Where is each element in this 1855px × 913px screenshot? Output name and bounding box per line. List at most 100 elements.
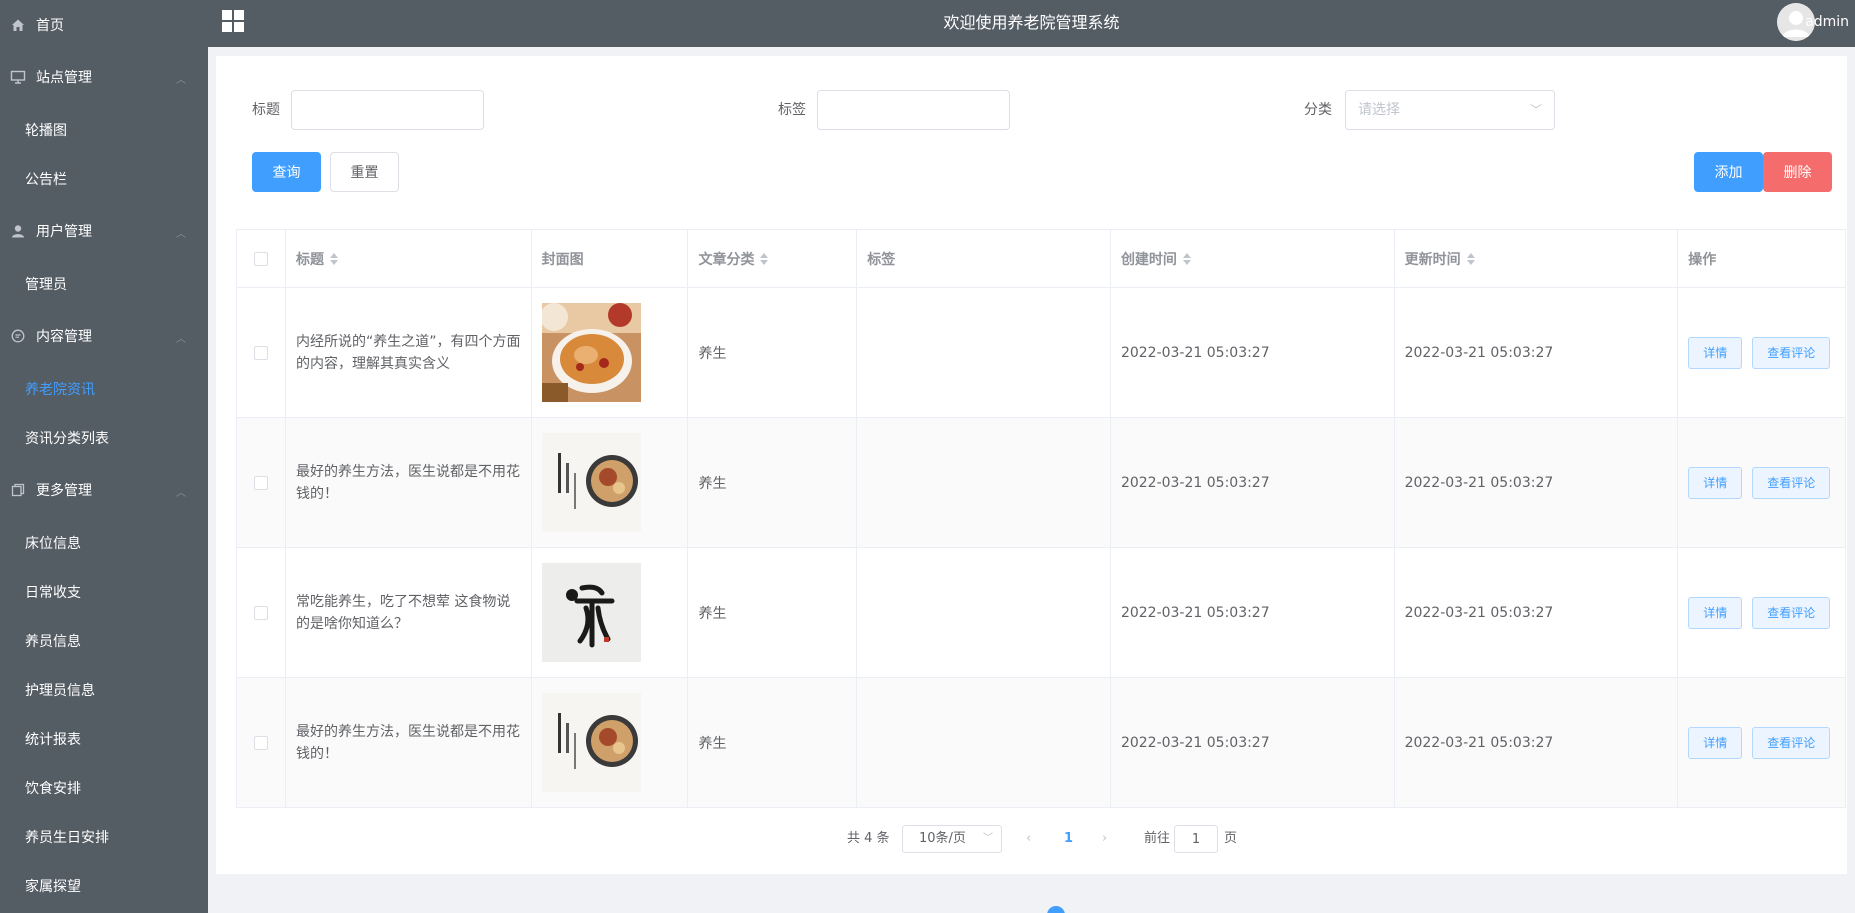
row-select-cell [237, 678, 286, 807]
sidebar-item-birthday[interactable]: 养员生日安排 [0, 812, 208, 861]
select-all-cell [237, 230, 286, 287]
next-page-icon[interactable]: › [1102, 825, 1107, 853]
sidebar-item-finance[interactable]: 日常收支 [0, 567, 208, 616]
column-header-category[interactable]: 文章分类 [688, 230, 858, 287]
title-cell: 常吃能养生，吃了不想荤 这食物说的是啥你知道么？ [286, 548, 532, 677]
cover-image[interactable] [541, 303, 641, 402]
sidebar-item-resident[interactable]: 养员信息 [0, 616, 208, 665]
sidebar-item-caregiver[interactable]: 护理员信息 [0, 665, 208, 714]
column-header-created[interactable]: 创建时间 [1111, 230, 1395, 287]
sort-icon[interactable] [1466, 252, 1475, 265]
page-suffix-label: 页 [1224, 831, 1238, 846]
column-header-label: 文章分类 [698, 251, 755, 268]
sidebar-group-site[interactable]: 站点管理 ︿ [0, 49, 208, 105]
username[interactable]: admin [1805, 0, 1849, 44]
row-checkbox[interactable] [253, 605, 268, 620]
tag-filter-label: 标签 [778, 102, 806, 118]
sidebar-item-home[interactable]: 首页 [0, 0, 208, 49]
page-number-current[interactable]: 1 [1064, 825, 1073, 853]
search-button[interactable]: 查询 [252, 152, 321, 192]
cover-cell [532, 418, 689, 547]
sort-icon[interactable] [329, 252, 338, 265]
chat-icon [10, 328, 26, 344]
sidebar-item-admin[interactable]: 管理员 [0, 259, 208, 308]
chevron-up-icon: ︿ [176, 488, 186, 499]
cover-cell [532, 548, 689, 677]
reset-button[interactable]: 重置 [330, 152, 399, 192]
add-button[interactable]: 添加 [1694, 152, 1763, 192]
row-checkbox[interactable] [253, 735, 268, 750]
view-comments-button[interactable]: 查看评论 [1752, 596, 1831, 629]
cover-cell [532, 288, 689, 417]
actions-cell: 详情 查看评论 [1678, 288, 1845, 417]
column-header-title[interactable]: 标题 [286, 230, 532, 287]
tag-filter-input[interactable] [817, 90, 1010, 130]
title-filter-label: 标题 [252, 102, 280, 118]
column-header-updated[interactable]: 更新时间 [1395, 230, 1679, 287]
cover-image[interactable] [541, 433, 641, 532]
monitor-icon [10, 69, 26, 85]
sidebar-item-visit[interactable]: 家属探望 [0, 861, 208, 910]
sidebar-group-user[interactable]: 用户管理 ︿ [0, 203, 208, 259]
column-header-label: 创建时间 [1120, 251, 1177, 268]
tag-cell [857, 418, 1111, 547]
sidebar-item-label: 养老院资讯 [25, 381, 95, 398]
sidebar-item-news[interactable]: 养老院资讯 [0, 364, 208, 413]
tag-cell [857, 678, 1111, 807]
sidebar-item-news-category[interactable]: 资讯分类列表 [0, 413, 208, 462]
view-comments-button[interactable]: 查看评论 [1752, 726, 1831, 759]
updated-time-cell: 2022-03-21 05:03:27 [1395, 288, 1679, 417]
sidebar-group-label: 更多管理 [36, 483, 92, 499]
table-header: 标题 封面图 文章分类 标签 创建时间 更新时间 操作 [237, 230, 1845, 288]
category-cell: 养生 [688, 288, 858, 417]
detail-button[interactable]: 详情 [1688, 336, 1743, 369]
detail-button[interactable]: 详情 [1688, 726, 1743, 759]
table-row[interactable]: 内经所说的“养生之道”，有四个方面的内容，理解其真实含义 养生 2022-03-… [237, 288, 1845, 418]
news-table: 标题 封面图 文章分类 标签 创建时间 更新时间 操作 内经所说的“养生之道”，… [236, 229, 1846, 808]
view-comments-button[interactable]: 查看评论 [1752, 336, 1831, 369]
cover-image[interactable] [541, 693, 641, 792]
column-header-label: 封面图 [541, 251, 584, 268]
chevron-up-icon: ︿ [176, 229, 186, 240]
sidebar-group-more[interactable]: 更多管理 ︿ [0, 462, 208, 518]
table-row[interactable]: 最好的养生方法，医生说都是不用花钱的！ 养生 2022-03-21 05:03:… [237, 678, 1845, 808]
category-select[interactable]: 请选择 ﹀ [1345, 90, 1555, 130]
row-select-cell [237, 288, 286, 417]
home-icon [10, 17, 26, 33]
title-cell: 最好的养生方法，医生说都是不用花钱的！ [286, 678, 532, 807]
page-size-select[interactable]: 10条/页 ﹀ [902, 825, 1002, 853]
detail-button[interactable]: 详情 [1688, 466, 1743, 499]
select-all-checkbox[interactable] [253, 251, 268, 266]
sidebar-group-content[interactable]: 内容管理 ︿ [0, 308, 208, 364]
sidebar-item-report[interactable]: 统计报表 [0, 714, 208, 763]
row-checkbox[interactable] [253, 345, 268, 360]
view-comments-button[interactable]: 查看评论 [1752, 466, 1831, 499]
updated-time-cell: 2022-03-21 05:03:27 [1395, 678, 1679, 807]
sort-icon[interactable] [760, 252, 769, 265]
sidebar: 首页 站点管理 ︿ 轮播图 公告栏 用户管理 ︿ 管理员 内容管理 ︿ 养老院资… [0, 0, 208, 913]
delete-button[interactable]: 删除 [1763, 152, 1832, 192]
sidebar-item-label: 轮播图 [25, 122, 67, 139]
sidebar-item-diet[interactable]: 饮食安排 [0, 763, 208, 812]
goto-page-input[interactable] [1174, 825, 1218, 853]
row-checkbox[interactable] [253, 475, 268, 490]
sidebar-group-label: 站点管理 [36, 70, 92, 86]
title-filter-input[interactable] [291, 90, 484, 130]
sidebar-item-carousel[interactable]: 轮播图 [0, 105, 208, 154]
detail-button[interactable]: 详情 [1688, 596, 1743, 629]
sidebar-item-bed[interactable]: 床位信息 [0, 518, 208, 567]
row-title: 常吃能养生，吃了不想荤 这食物说的是啥你知道么？ [295, 593, 511, 632]
sort-icon[interactable] [1182, 252, 1191, 265]
sidebar-item-notice[interactable]: 公告栏 [0, 154, 208, 203]
actions-cell: 详情 查看评论 [1678, 678, 1845, 807]
table-row[interactable]: 常吃能养生，吃了不想荤 这食物说的是啥你知道么？ 养生 2022-03-21 0… [237, 548, 1845, 678]
main-panel: 标题 标签 分类 请选择 ﹀ 查询 重置 添加 删除 标题 封面图 文章分类 标… [216, 56, 1847, 874]
scroll-top-indicator[interactable] [1047, 906, 1065, 913]
table-row[interactable]: 最好的养生方法，医生说都是不用花钱的！ 养生 2022-03-21 05:03:… [237, 418, 1845, 548]
category-cell: 养生 [688, 548, 858, 677]
column-header-label: 标题 [295, 251, 324, 268]
tag-cell [857, 288, 1111, 417]
copy-icon [10, 482, 26, 498]
prev-page-icon[interactable]: ‹ [1026, 825, 1031, 853]
cover-image[interactable] [541, 563, 641, 662]
